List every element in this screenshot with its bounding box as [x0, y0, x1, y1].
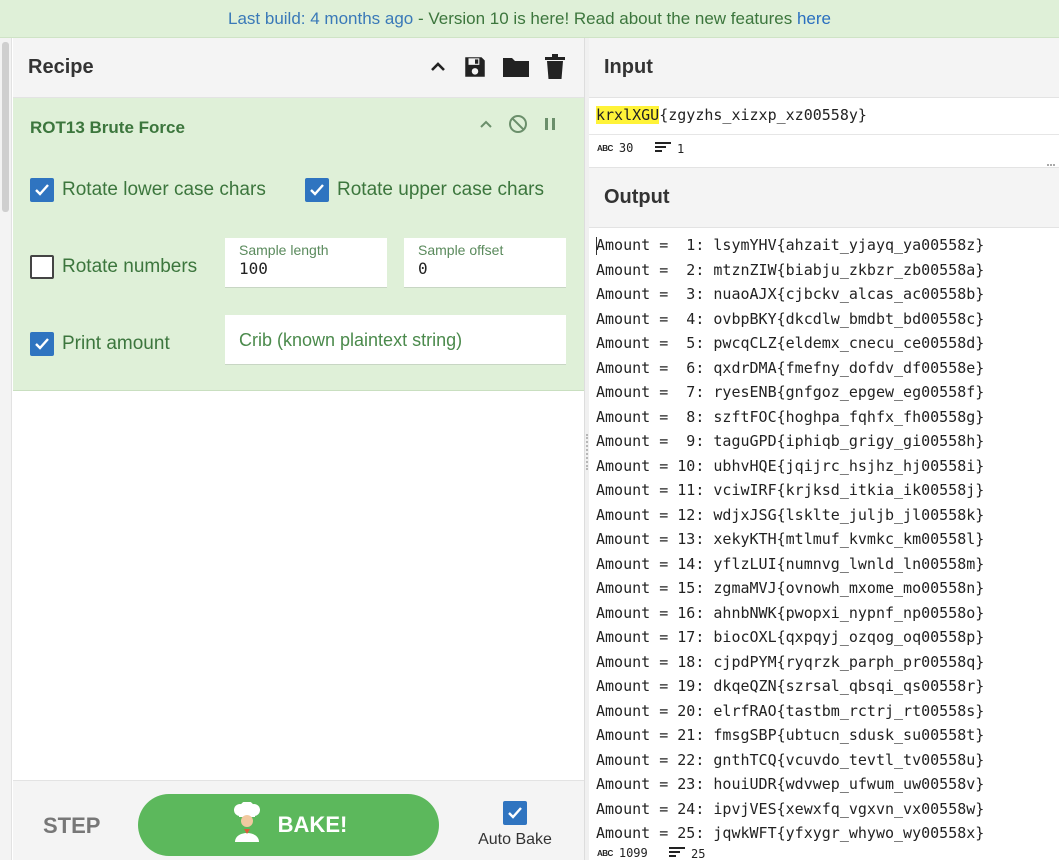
output-line: Amount = 21: fmsgSBP{ubtucn_sdusk_su0055…	[596, 726, 985, 744]
operation-title: ROT13 Brute Force	[30, 118, 185, 137]
version-text: Version 10 is here! Read about the new f…	[428, 8, 797, 28]
input-lines-stat: 1	[655, 141, 684, 156]
abc-icon: ABC	[597, 848, 613, 858]
save-icon[interactable]	[462, 54, 488, 80]
output-line: Amount = 22: gnthTCQ{vcuvdo_tevtl_tv0055…	[596, 750, 985, 769]
input-title: Input	[604, 56, 653, 78]
print-amount-label: Print amount	[62, 333, 170, 354]
output-line: Amount = 9: taguGPD{iphiqb_grigy_gi00558…	[596, 432, 985, 450]
output-line: Amount = 14: yflzLUI{numnvg_lwnld_ln0055…	[596, 554, 985, 573]
lines-icon	[655, 141, 671, 156]
output-line: Amount = 12: wdjxJSG{lsklte_juljb_jl0055…	[596, 505, 985, 524]
input-header: Input	[589, 38, 1059, 98]
splitter-handle[interactable]	[586, 434, 588, 470]
bake-bar: STEP BAKE! Auto Bake	[13, 780, 584, 860]
input-textarea[interactable]: krxlXGU{zgyzhs_xizxp_xz00558y}	[596, 106, 867, 124]
output-line: Amount = 25: jqwkWFT{yfxygr_whywo_wy0055…	[596, 824, 985, 842]
banner-separator: -	[413, 8, 429, 28]
sample-offset-label: Sample offset	[418, 242, 504, 258]
sample-offset-value[interactable]: 0	[418, 259, 552, 278]
collapse-chevron-icon[interactable]	[478, 116, 494, 137]
operations-scrollbar[interactable]	[0, 38, 12, 860]
output-line: Amount = 19: dkqeQZN{szrsal_qbsqi_qs0055…	[596, 677, 985, 695]
rotate-numbers-checkbox[interactable]	[30, 255, 54, 279]
auto-bake-label: Auto Bake	[478, 831, 552, 848]
output-line: Amount = 24: ipvjVES{xewxfq_vgxvn_vx0055…	[596, 799, 985, 818]
output-header: Output	[589, 167, 1059, 228]
rotate-lower-checkbox[interactable]	[30, 178, 54, 202]
chef-icon	[230, 801, 264, 848]
output-line: Amount = 15: zgmaMVJ{ovnowh_mxome_mo0055…	[596, 579, 985, 597]
output-line: Amount = 8: szftFOC{hoghpa_fqhfx_fh00558…	[596, 407, 985, 426]
input-lines-value: 1	[677, 141, 685, 156]
last-build-text: Last build: 4 months ago	[228, 8, 414, 28]
auto-bake-checkbox[interactable]	[503, 801, 527, 825]
output-line: Amount = 1: lsymYHV{ahzait_yjayq_ya00558…	[596, 236, 985, 254]
output-length-stat: ABC 1099	[597, 846, 648, 860]
output-line: Amount = 20: elrfRAO{tastbm_rctrj_rt0055…	[596, 701, 985, 720]
output-line: Amount = 6: qxdrDMA{fmefny_dofdv_df00558…	[596, 358, 985, 377]
lines-icon	[669, 846, 685, 860]
auto-bake-option[interactable]: Auto Bake	[475, 801, 555, 849]
disable-icon[interactable]	[508, 114, 528, 139]
output-line: Amount = 16: ahnbNWK{pwopxi_nypnf_np0055…	[596, 603, 985, 622]
output-title: Output	[604, 186, 670, 208]
rotate-numbers-label: Rotate numbers	[62, 256, 198, 277]
recipe-header: Recipe	[13, 38, 584, 98]
sample-length-field[interactable]: Sample length 100	[225, 238, 387, 288]
folder-icon[interactable]	[502, 55, 530, 79]
print-amount-checkbox[interactable]	[30, 332, 54, 356]
output-line: Amount = 13: xekyKTH{mtlmuf_kvmkc_km0055…	[596, 530, 985, 548]
output-line: Amount = 17: biocOXL{qxpqyj_ozqog_oq0055…	[596, 628, 985, 646]
output-line: Amount = 23: houiUDR{wdvwep_ufwum_uw0055…	[596, 775, 985, 793]
bake-button[interactable]: BAKE!	[138, 794, 439, 856]
input-highlight: krxlXGU	[596, 106, 660, 124]
rotate-upper-option[interactable]: Rotate upper case chars	[305, 178, 544, 202]
crib-placeholder[interactable]: Crib (known plaintext string)	[239, 330, 552, 351]
rotate-numbers-option[interactable]: Rotate numbers	[30, 255, 197, 279]
rotate-upper-label: Rotate upper case chars	[337, 179, 545, 200]
text-caret	[596, 237, 597, 255]
rotate-lower-option[interactable]: Rotate lower case chars	[30, 178, 266, 202]
input-status-bar: ABC 30 1	[589, 134, 1059, 160]
rotate-upper-checkbox[interactable]	[305, 178, 329, 202]
output-length-value: 1099	[618, 846, 648, 860]
rot13-brute-force-operation: ROT13 Brute Force Rotate lower case char…	[13, 98, 584, 391]
input-length-value: 30	[618, 141, 634, 155]
step-button[interactable]: STEP	[43, 813, 100, 839]
sample-offset-field[interactable]: Sample offset 0	[404, 238, 566, 288]
output-line: Amount = 4: ovbpBKY{dkcdlw_bmdbt_bd00558…	[596, 309, 985, 328]
crib-field[interactable]: Crib (known plaintext string)	[225, 315, 566, 365]
output-line: Amount = 18: cjpdPYM{ryqrzk_parph_pr0055…	[596, 652, 985, 671]
output-status-bar: ABC 1099 25	[589, 846, 1059, 860]
output-line: Amount = 3: nuaoAJX{cjbckv_alcas_ac00558…	[596, 285, 985, 303]
features-link[interactable]: here	[797, 9, 831, 29]
output-lines-stat: 25	[669, 846, 705, 860]
recipe-panel: Recipe ROT13 Brute Force Rotate lower ca…	[13, 38, 585, 860]
output-line: Amount = 5: pwcqCLZ{eldemx_cnecu_ce00558…	[596, 334, 985, 352]
output-line: Amount = 10: ubhvHQE{jqijrc_hsjhz_hj0055…	[596, 456, 985, 475]
output-line: Amount = 2: mtznZIW{biabju_zkbzr_zb00558…	[596, 260, 985, 279]
recipe-title: Recipe	[28, 56, 94, 78]
output-line: Amount = 11: vciwIRF{krjksd_itkia_ik0055…	[596, 481, 985, 499]
output-text[interactable]: Amount = 1: lsymYHV{ahzait_yjayq_ya00558…	[596, 233, 984, 846]
update-banner: Last build: 4 months ago - Version 10 is…	[0, 0, 1059, 38]
sample-length-value[interactable]: 100	[239, 259, 373, 278]
print-amount-option[interactable]: Print amount	[30, 332, 170, 356]
chevron-up-icon[interactable]	[428, 57, 448, 77]
output-line: Amount = 7: ryesENB{gnfgoz_epgew_eg00558…	[596, 383, 985, 401]
rotate-lower-label: Rotate lower case chars	[62, 179, 266, 200]
trash-icon[interactable]	[544, 54, 566, 80]
scrollbar-thumb[interactable]	[2, 42, 9, 212]
abc-icon: ABC	[597, 143, 613, 153]
output-lines-value: 25	[691, 846, 706, 860]
io-panel: Input krxlXGU{zgyzhs_xizxp_xz00558y} ABC…	[589, 38, 1059, 860]
pause-icon[interactable]	[542, 116, 558, 137]
input-length-stat: ABC 30	[597, 141, 633, 155]
input-rest: {zgyzhs_xizxp_xz00558y}	[659, 106, 867, 124]
sample-length-label: Sample length	[239, 242, 329, 258]
bake-label: BAKE!	[277, 812, 348, 837]
